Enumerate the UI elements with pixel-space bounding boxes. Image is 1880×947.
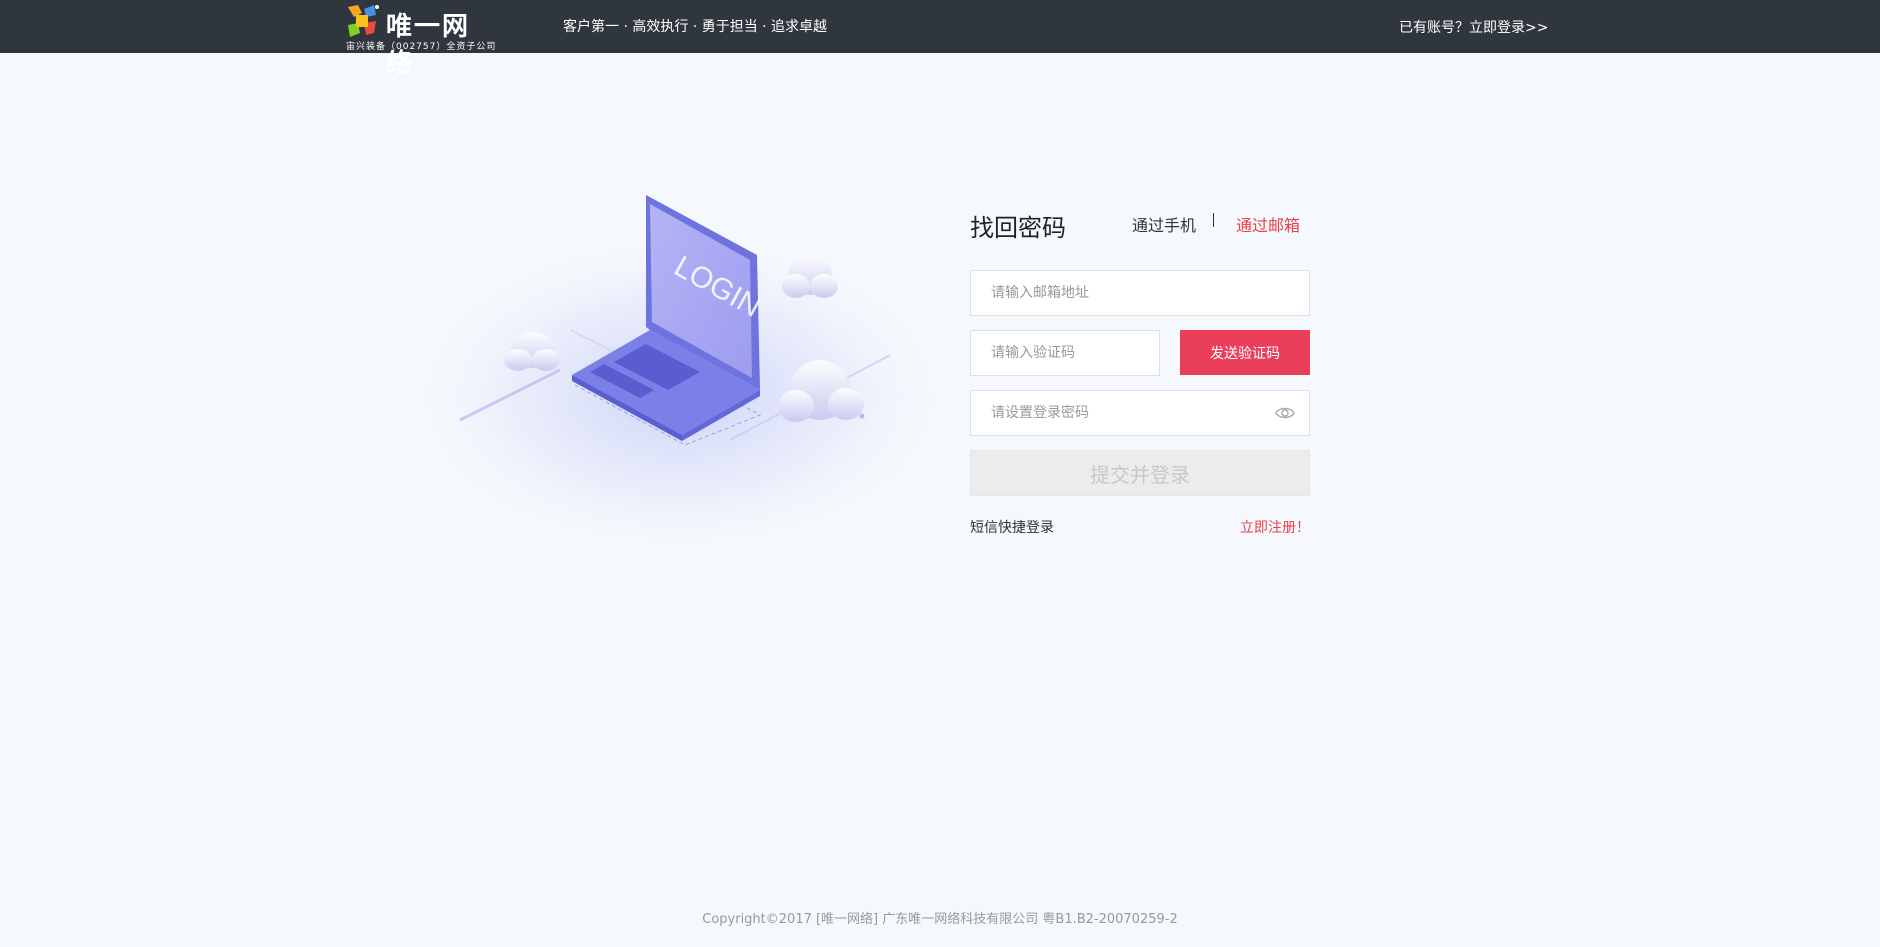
header-slogan: 客户第一 · 高效执行 · 勇于担当 · 追求卓越 <box>563 19 828 35</box>
tab-by-email[interactable]: 通过邮箱 <box>1236 212 1300 236</box>
sparkle-dot <box>859 413 865 419</box>
email-field <box>970 270 1310 316</box>
eye-icon[interactable] <box>1275 405 1295 421</box>
tab-by-phone[interactable]: 通过手机 <box>1132 212 1196 236</box>
logo[interactable]: 唯一网络 宙兴装备（002757）全资子公司 <box>344 2 497 79</box>
send-code-button[interactable]: 发送验证码 <box>1180 330 1310 375</box>
login-link[interactable]: 已有账号？立即登录>> <box>1399 17 1548 37</box>
register-link[interactable]: 立即注册！ <box>1240 517 1310 537</box>
top-navbar: 唯一网络 宙兴装备（002757）全资子公司 客户第一 · 高效执行 · 勇于担… <box>0 0 1880 79</box>
verification-code-input[interactable] <box>971 331 1159 375</box>
footer-copyright: Copyright©2017 [唯一网络] 广东唯一网络科技有限公司 粤B1.B… <box>702 912 1178 927</box>
password-input[interactable] <box>971 391 1309 435</box>
submit-login-button[interactable]: 提交并登录 <box>970 450 1310 496</box>
logo-subtitle: 宙兴装备（002757）全资子公司 <box>346 42 497 52</box>
password-field <box>970 390 1310 436</box>
logo-mark-icon <box>348 5 379 37</box>
email-input[interactable] <box>971 271 1309 315</box>
tab-divider <box>1213 213 1214 227</box>
form-title: 找回密码 <box>970 214 1066 242</box>
sms-login-link[interactable]: 短信快捷登录 <box>970 517 1054 537</box>
verification-code-field <box>970 330 1160 376</box>
login-illustration: LOGIN <box>410 195 950 540</box>
